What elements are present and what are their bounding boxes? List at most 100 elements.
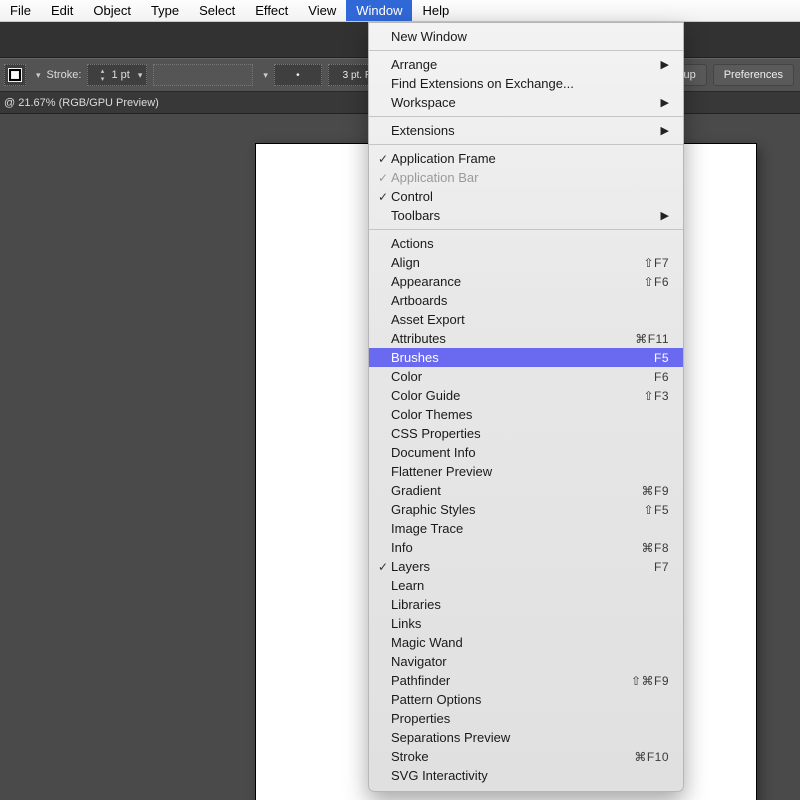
menu-item-pathfinder[interactable]: Pathfinder⇧⌘F9: [369, 671, 683, 690]
menu-item-label: Attributes: [391, 331, 635, 346]
menu-item-label: CSS Properties: [391, 426, 669, 441]
menu-item-document-info[interactable]: Document Info: [369, 443, 683, 462]
menu-item-label: Brushes: [391, 350, 654, 365]
menu-item-color-guide[interactable]: Color Guide⇧F3: [369, 386, 683, 405]
menu-item-pattern-options[interactable]: Pattern Options: [369, 690, 683, 709]
menu-item-libraries[interactable]: Libraries: [369, 595, 683, 614]
menu-item-color[interactable]: ColorF6: [369, 367, 683, 386]
menu-item-label: Align: [391, 255, 643, 270]
menu-item-color-themes[interactable]: Color Themes: [369, 405, 683, 424]
stroke-weight-arrow[interactable]: ▾: [138, 70, 143, 81]
menu-item-label: Application Bar: [391, 170, 669, 185]
menu-item-label: Flattener Preview: [391, 464, 669, 479]
menu-item-brushes[interactable]: BrushesF5: [369, 348, 683, 367]
menu-item-toolbars[interactable]: Toolbars▶: [369, 206, 683, 225]
menu-item-separations-preview[interactable]: Separations Preview: [369, 728, 683, 747]
stroke-weight-value: 1 pt: [112, 69, 130, 81]
menu-item-css-properties[interactable]: CSS Properties: [369, 424, 683, 443]
menu-item-label: Control: [391, 189, 669, 204]
stroke-label: Stroke:: [47, 69, 82, 81]
menu-item-appearance[interactable]: Appearance⇧F6: [369, 272, 683, 291]
menu-item-label: Info: [391, 540, 641, 555]
menu-item-label: Color Themes: [391, 407, 669, 422]
menu-item-edit[interactable]: Edit: [41, 0, 83, 21]
menu-item-select[interactable]: Select: [189, 0, 245, 21]
menu-item-label: Color Guide: [391, 388, 643, 403]
menu-item-label: Libraries: [391, 597, 669, 612]
menu-item-links[interactable]: Links: [369, 614, 683, 633]
menu-item-attributes[interactable]: Attributes⌘F11: [369, 329, 683, 348]
menu-item-shortcut: ⌘F11: [635, 332, 669, 346]
menu-item-properties[interactable]: Properties: [369, 709, 683, 728]
menu-item-label: Pattern Options: [391, 692, 669, 707]
menu-item-magic-wand[interactable]: Magic Wand: [369, 633, 683, 652]
menu-item-label: Toolbars: [391, 208, 655, 223]
menu-item-effect[interactable]: Effect: [245, 0, 298, 21]
menu-item-actions[interactable]: Actions: [369, 234, 683, 253]
stroke-stepper[interactable]: ▴▾: [98, 67, 108, 83]
menu-item-label: Extensions: [391, 123, 655, 138]
menu-item-label: New Window: [391, 29, 669, 44]
menu-item-label: Stroke: [391, 749, 634, 764]
menu-item-svg-interactivity[interactable]: SVG Interactivity: [369, 766, 683, 785]
menu-item-view[interactable]: View: [298, 0, 346, 21]
menu-item-layers[interactable]: ✓LayersF7: [369, 557, 683, 576]
menu-item-file[interactable]: File: [0, 0, 41, 21]
menu-item-label: Learn: [391, 578, 669, 593]
menu-item-new-window[interactable]: New Window: [369, 27, 683, 46]
menu-item-object[interactable]: Object: [83, 0, 141, 21]
swatch-dropdown-arrow[interactable]: ▾: [36, 70, 41, 81]
menu-item-graphic-styles[interactable]: Graphic Styles⇧F5: [369, 500, 683, 519]
menu-item-find-extensions-on-exchange[interactable]: Find Extensions on Exchange...: [369, 74, 683, 93]
preferences-button[interactable]: Preferences: [713, 64, 794, 86]
menu-item-image-trace[interactable]: Image Trace: [369, 519, 683, 538]
menu-item-label: Separations Preview: [391, 730, 669, 745]
window-menu-dropdown: New WindowArrange▶Find Extensions on Exc…: [368, 22, 684, 792]
menu-item-control[interactable]: ✓Control: [369, 187, 683, 206]
menu-item-type[interactable]: Type: [141, 0, 189, 21]
menu-item-application-frame[interactable]: ✓Application Frame: [369, 149, 683, 168]
menu-item-flattener-preview[interactable]: Flattener Preview: [369, 462, 683, 481]
checkmark-icon: ✓: [375, 152, 391, 166]
menu-item-label: Graphic Styles: [391, 502, 643, 517]
menu-item-label: Pathfinder: [391, 673, 631, 688]
menu-item-info[interactable]: Info⌘F8: [369, 538, 683, 557]
bullet-icon: •: [296, 70, 300, 81]
menu-item-help[interactable]: Help: [412, 0, 459, 21]
menu-item-shortcut: ⌘F9: [641, 484, 669, 498]
checkmark-icon: ✓: [375, 560, 391, 574]
menu-item-shortcut: F5: [654, 351, 669, 365]
brush-definition-swatch[interactable]: [153, 64, 253, 86]
menu-item-label: SVG Interactivity: [391, 768, 669, 783]
submenu-arrow-icon: ▶: [655, 209, 669, 222]
variable-width-profile[interactable]: •: [274, 64, 322, 86]
menu-item-label: Actions: [391, 236, 669, 251]
menu-item-navigator[interactable]: Navigator: [369, 652, 683, 671]
menu-item-asset-export[interactable]: Asset Export: [369, 310, 683, 329]
menu-item-label: Properties: [391, 711, 669, 726]
menu-item-arrange[interactable]: Arrange▶: [369, 55, 683, 74]
document-tab-title[interactable]: @ 21.67% (RGB/GPU Preview): [4, 97, 159, 109]
menu-item-extensions[interactable]: Extensions▶: [369, 121, 683, 140]
menu-item-gradient[interactable]: Gradient⌘F9: [369, 481, 683, 500]
menu-item-shortcut: F6: [654, 370, 669, 384]
stroke-weight-field[interactable]: ▴▾ 1 pt ▾: [87, 64, 147, 86]
menu-item-stroke[interactable]: Stroke⌘F10: [369, 747, 683, 766]
menu-item-window[interactable]: Window: [346, 0, 412, 21]
menu-item-label: Find Extensions on Exchange...: [391, 76, 669, 91]
menu-item-shortcut: ⇧F5: [643, 503, 669, 517]
submenu-arrow-icon: ▶: [655, 96, 669, 109]
menu-item-workspace[interactable]: Workspace▶: [369, 93, 683, 112]
menu-item-label: Appearance: [391, 274, 643, 289]
fill-stroke-swatch[interactable]: [4, 64, 26, 86]
brush-def-arrow[interactable]: ▾: [263, 70, 268, 81]
menu-item-label: Layers: [391, 559, 654, 574]
menu-item-align[interactable]: Align⇧F7: [369, 253, 683, 272]
menu-item-label: Gradient: [391, 483, 641, 498]
menu-item-learn[interactable]: Learn: [369, 576, 683, 595]
submenu-arrow-icon: ▶: [655, 58, 669, 71]
menu-item-artboards[interactable]: Artboards: [369, 291, 683, 310]
menu-item-application-bar: ✓Application Bar: [369, 168, 683, 187]
menu-item-label: Magic Wand: [391, 635, 669, 650]
menu-item-label: Arrange: [391, 57, 655, 72]
